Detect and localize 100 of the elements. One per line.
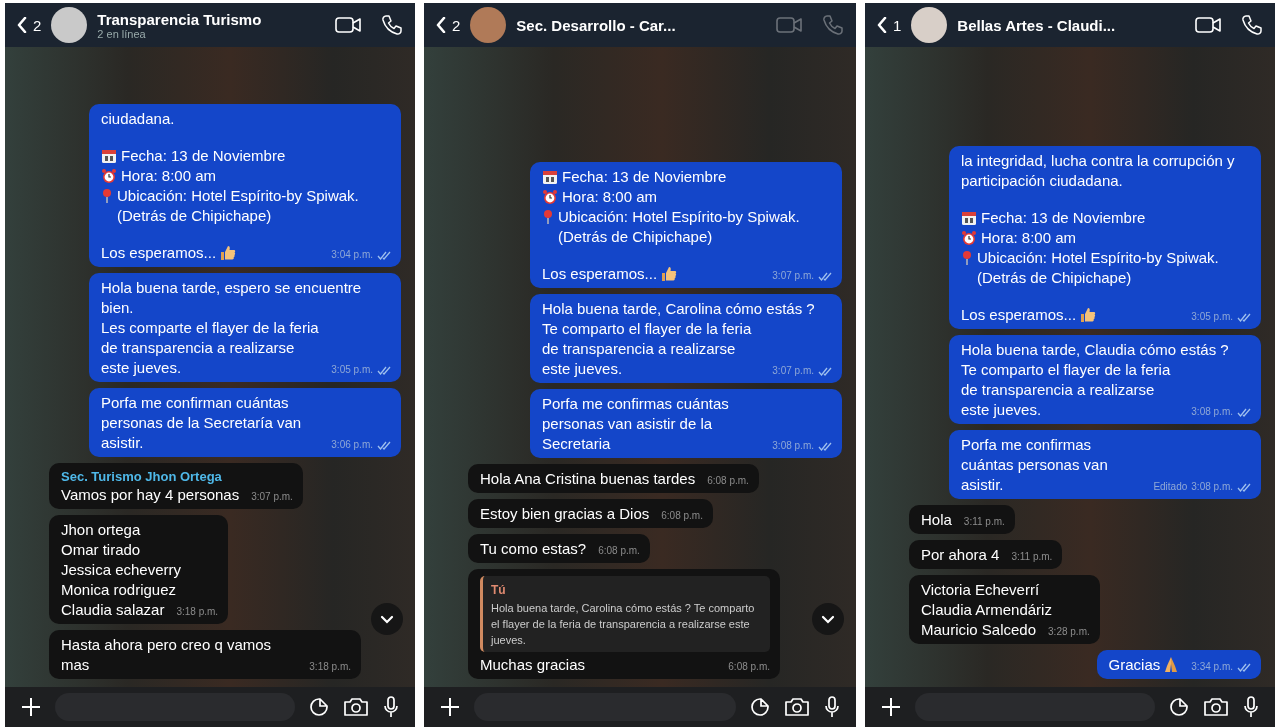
scroll-down-button[interactable] (812, 603, 844, 635)
message-text: Fecha: 13 de Noviembre (981, 208, 1146, 228)
message-text: Tu como estas? (480, 539, 587, 559)
message-time: 3:07 p.m. (251, 490, 293, 504)
chevron-down-icon (821, 614, 835, 624)
sender-name: Sec. Turismo Jhon Ortega (61, 468, 223, 485)
praying-hands-icon (1163, 656, 1180, 674)
calendar-icon (542, 169, 558, 185)
double-check-icon (377, 440, 391, 450)
back-button[interactable]: 2 (436, 16, 461, 34)
microphone-icon[interactable] (1243, 696, 1259, 718)
message-time: 3:18 p.m. (176, 605, 219, 619)
plus-icon[interactable] (21, 697, 41, 717)
message-time: 3:06 p.m. (331, 438, 373, 452)
message-text: la integridad, lucha contra la corrupción y participación ciudadana. (961, 152, 1235, 189)
chat-title[interactable]: Transparencia Turismo (97, 10, 262, 28)
message-time: 3:28 p.m. (1048, 625, 1090, 639)
message-text: Omar tirado (61, 541, 141, 558)
microphone-icon[interactable] (383, 696, 399, 718)
message-time: 6:08 p.m. (661, 509, 703, 523)
message-text: Claudia Armendáriz (921, 601, 1052, 618)
message-time: 3:05 p.m. (1191, 310, 1233, 324)
double-check-icon (1237, 312, 1251, 322)
avatar[interactable] (911, 7, 948, 43)
message-text: Los esperamos... (961, 305, 1077, 325)
back-button[interactable]: 1 (877, 16, 902, 34)
pin-icon (961, 250, 973, 266)
message-text: Hola Ana Cristina buenas tardes (480, 469, 696, 489)
message-text: Te comparto el flayer de la feria de transparencia a realizarse este jueves. (961, 360, 1172, 420)
message-time: 3:11 p.m. (1011, 550, 1053, 564)
camera-icon[interactable] (784, 697, 810, 717)
thumbs-up-icon (219, 244, 238, 262)
chat-status: 2 en línea (97, 27, 146, 40)
avatar[interactable] (470, 7, 507, 43)
message-text: Mauricio Salcedo (921, 620, 1037, 640)
microphone-icon[interactable] (824, 696, 840, 718)
message-time: 3:05 p.m. (331, 363, 373, 377)
sticker-icon[interactable] (750, 697, 770, 717)
camera-icon[interactable] (1203, 697, 1229, 717)
plus-icon[interactable] (881, 697, 901, 717)
alarm-clock-icon (101, 168, 117, 184)
message-time: 3:08 p.m. (1191, 405, 1233, 419)
message-text: Porfa me confirmas cuántas personas van asistir. (961, 435, 1109, 495)
message-text: Estoy bien gracias a Dios (480, 504, 650, 524)
sticker-icon[interactable] (1169, 697, 1189, 717)
message-text: Ubicación: Hotel Espírito-by Spiwak. (Detrás de Chipichape) (558, 207, 801, 247)
message-text: Los esperamos... (101, 243, 217, 263)
double-check-icon (818, 366, 832, 376)
double-check-icon (1237, 482, 1251, 492)
message-time: 3:18 p.m. (309, 660, 351, 674)
message-text: Vamos por hay 4 personas (61, 485, 240, 505)
message-text: Victoria Echeverrí (921, 581, 1040, 598)
video-call-icon[interactable] (335, 16, 361, 34)
message-text: Por ahora 4 (921, 545, 1000, 565)
message-text: Hasta ahora pero creo q vamos mas (61, 635, 273, 675)
double-check-icon (1237, 662, 1251, 672)
message-text: Claudia salazar (61, 600, 165, 620)
message-time: 6:08 p.m. (598, 544, 640, 558)
video-call-icon[interactable] (1195, 16, 1221, 34)
pin-icon (101, 188, 113, 204)
scroll-down-button[interactable] (371, 603, 403, 635)
camera-icon[interactable] (343, 697, 369, 717)
pin-icon (542, 209, 554, 225)
message-text: Hora: 8:00 am (562, 187, 658, 207)
chat-title[interactable]: Bellas Artes - Claudi... (957, 16, 1116, 34)
double-check-icon (377, 365, 391, 375)
edited-label: Editado (1153, 480, 1188, 494)
message-text: Monica rodriguez (61, 581, 177, 598)
message-text: Hola buena tarde, Carolina cómo estás ? (542, 300, 815, 317)
message-time: 3:11 p.m. (963, 515, 1005, 529)
double-check-icon (377, 250, 391, 260)
alarm-clock-icon (961, 230, 977, 246)
plus-icon[interactable] (440, 697, 460, 717)
back-button[interactable]: 2 (17, 16, 42, 34)
phone-icon[interactable] (381, 14, 403, 36)
message-text: Porfa me confirman cuántas personas de la Secretaría van asistir. (101, 393, 303, 453)
calendar-icon (961, 210, 977, 226)
message-time: 3:08 p.m. (1191, 480, 1233, 494)
message-text: Jhon ortega (61, 521, 141, 538)
message-text: Muchas gracias (480, 655, 586, 675)
message-text: Hola (921, 510, 952, 530)
quote-author: Tú (491, 582, 507, 599)
message-time: 3:08 p.m. (772, 439, 814, 453)
avatar[interactable] (51, 7, 88, 43)
message-time: 3:07 p.m. (772, 269, 814, 283)
phone-icon[interactable] (1241, 14, 1263, 36)
message-text: Hora: 8:00 am (121, 166, 217, 186)
double-check-icon (1237, 407, 1251, 417)
quoted-message[interactable]: Tú Hola buena tarde, Carolina cómo estás ? Te comparto el flayer de la feria de transparencia a realizarse este jueves. (480, 576, 770, 652)
message-text: Gracias (1108, 655, 1161, 675)
sticker-icon[interactable] (309, 697, 329, 717)
double-check-icon (818, 271, 832, 281)
message-text: Hola buena tarde, espero se encuentre bien. (101, 279, 362, 316)
message-text: Fecha: 13 de Noviembre (121, 146, 286, 166)
message-time: 6:08 p.m. (707, 474, 749, 488)
message-text: Hora: 8:00 am (981, 228, 1077, 248)
alarm-clock-icon (542, 189, 558, 205)
message-text: Fecha: 13 de Noviembre (562, 167, 727, 187)
quote-text: Hola buena tarde, Carolina cómo estás ? Te comparto el flayer de la feria de transparencia a realizarse este jueves. (491, 601, 756, 648)
chat-title[interactable]: Sec. Desarrollo - Car... (516, 16, 676, 34)
